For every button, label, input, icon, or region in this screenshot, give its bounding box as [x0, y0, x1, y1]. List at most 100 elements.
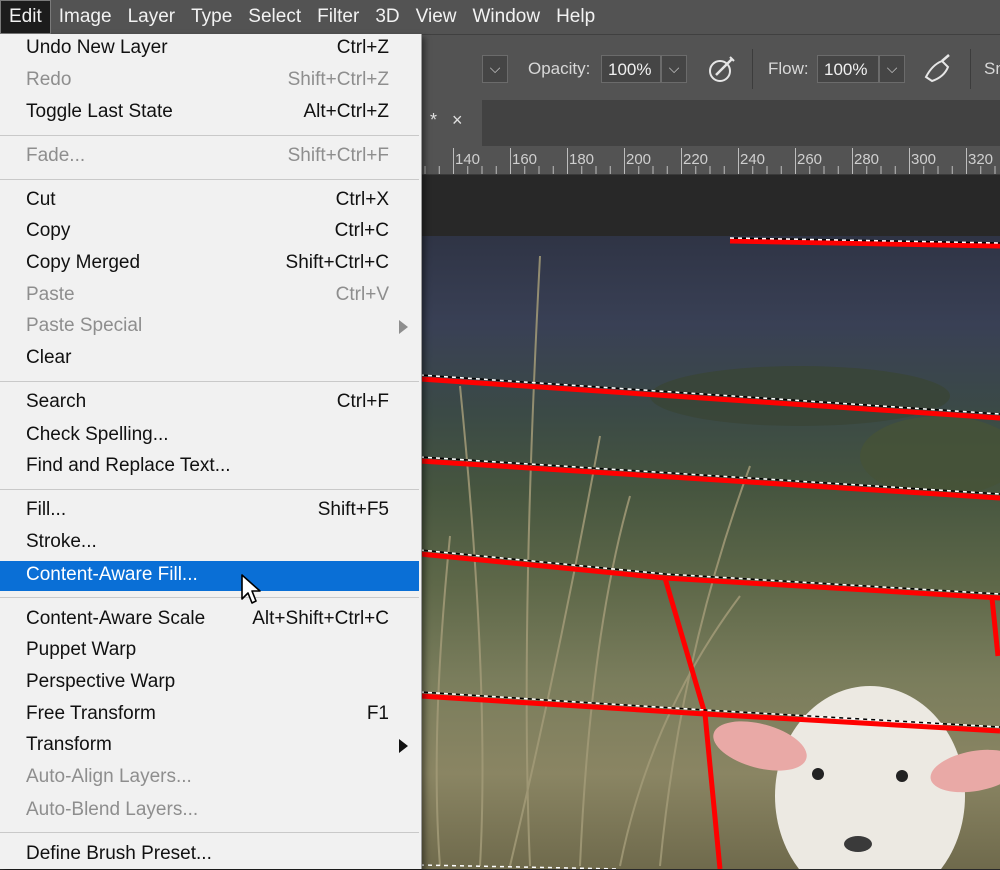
ruler-label: 160: [512, 151, 538, 168]
menu-item-shortcut: Shift+F5: [317, 499, 389, 520]
ruler-label: 280: [854, 151, 880, 168]
edit-dropdown-menu: Undo New Layer Ctrl+Z Redo Shift+Ctrl+Z …: [0, 34, 422, 869]
menu-divider: [0, 179, 419, 180]
menu-item-copy[interactable]: Copy Ctrl+C: [0, 217, 419, 247]
menu-item-label: Free Transform: [26, 703, 156, 724]
menu-item-label: Toggle Last State: [26, 101, 173, 122]
menu-item-label: Paste Special: [26, 315, 143, 336]
mouse-cursor-icon: [241, 574, 261, 604]
menu-item-label: Fade...: [26, 145, 86, 166]
divider: [970, 49, 971, 89]
menu-item-shortcut: Ctrl+Z: [336, 37, 389, 58]
menu-item-label: Search: [26, 391, 87, 412]
opacity-input[interactable]: 100%: [601, 55, 661, 83]
menu-item-label: Fill...: [26, 499, 67, 520]
flow-input[interactable]: 100%: [817, 55, 879, 83]
menu-item-label: Cut: [26, 189, 56, 210]
mode-dropdown-arrow[interactable]: ⌵: [482, 55, 508, 83]
menu-item-label: Content-Aware Fill...: [26, 564, 198, 585]
menu-layer[interactable]: Layer: [120, 0, 184, 34]
menu-item-find-replace-text[interactable]: Find and Replace Text...: [0, 452, 419, 482]
ruler-label: 200: [626, 151, 652, 168]
menu-item-label: Perspective Warp: [26, 671, 176, 692]
menu-item-content-aware-scale[interactable]: Content-Aware Scale Alt+Shift+Ctrl+C: [0, 605, 419, 635]
menu-item-cut[interactable]: Cut Ctrl+X: [0, 186, 419, 216]
lamb-photo[interactable]: [420, 236, 1000, 869]
menu-item-shortcut: Ctrl+V: [335, 284, 389, 305]
menu-item-search[interactable]: Search Ctrl+F: [0, 388, 419, 418]
menu-item-fade[interactable]: Fade... Shift+Ctrl+F: [0, 142, 419, 172]
menu-item-define-brush-preset[interactable]: Define Brush Preset...: [0, 840, 419, 870]
menu-item-label: Auto-Blend Layers...: [26, 799, 199, 820]
menu-item-shortcut: F1: [366, 703, 389, 724]
menu-item-label: Define Brush Preset...: [26, 843, 212, 864]
menu-item-label: Copy: [26, 220, 71, 241]
menu-select[interactable]: Select: [240, 0, 309, 34]
ruler-label: 320: [968, 151, 994, 168]
menu-item-auto-align-layers[interactable]: Auto-Align Layers...: [0, 763, 419, 793]
menu-item-label: Check Spelling...: [26, 424, 169, 445]
menu-item-content-aware-fill[interactable]: Content-Aware Fill...: [0, 561, 419, 591]
smoothing-label: Sm: [984, 59, 1000, 78]
menu-item-toggle-last-state[interactable]: Toggle Last State Alt+Ctrl+Z: [0, 98, 419, 128]
menu-item-shortcut: Shift+Ctrl+C: [285, 252, 389, 273]
menu-window[interactable]: Window: [464, 0, 548, 34]
menu-item-label: Puppet Warp: [26, 639, 137, 660]
menu-item-clear[interactable]: Clear: [0, 344, 419, 374]
menu-item-label: Stroke...: [26, 531, 97, 552]
menu-item-puppet-warp[interactable]: Puppet Warp: [0, 636, 419, 666]
flow-dropdown-arrow[interactable]: ⌵: [879, 55, 905, 83]
ruler-label: 260: [797, 151, 823, 168]
menu-item-label: Clear: [26, 347, 72, 368]
menu-item-redo[interactable]: Redo Shift+Ctrl+Z: [0, 66, 419, 96]
menu-edit[interactable]: Edit: [0, 0, 51, 34]
menu-divider: [0, 135, 419, 136]
menu-item-shortcut: Shift+Ctrl+F: [287, 145, 389, 166]
opacity-dropdown-arrow[interactable]: ⌵: [661, 55, 687, 83]
menu-item-check-spelling[interactable]: Check Spelling...: [0, 421, 419, 451]
menu-item-transform[interactable]: Transform: [0, 731, 419, 761]
menu-divider: [0, 832, 419, 833]
menu-item-copy-merged[interactable]: Copy Merged Shift+Ctrl+C: [0, 249, 419, 279]
menu-item-label: Content-Aware Scale: [26, 608, 206, 629]
menu-help[interactable]: Help: [548, 0, 603, 34]
airbrush-icon[interactable]: [922, 53, 954, 85]
ruler-label: 140: [455, 151, 481, 168]
menu-item-auto-blend-layers[interactable]: Auto-Blend Layers...: [0, 796, 419, 826]
menu-item-label: Find and Replace Text...: [26, 455, 231, 476]
menu-type[interactable]: Type: [183, 0, 240, 34]
menu-item-label: Undo New Layer: [26, 37, 168, 58]
modified-marker: *: [430, 110, 438, 130]
menu-item-label: Paste: [26, 284, 75, 305]
menu-item-label: Transform: [26, 734, 112, 755]
menu-filter[interactable]: Filter: [309, 0, 367, 34]
menu-item-shortcut: Ctrl+F: [336, 391, 389, 412]
flow-label: Flow:: [768, 59, 809, 78]
menu-item-fill[interactable]: Fill... Shift+F5: [0, 496, 419, 526]
menu-item-shortcut: Shift+Ctrl+Z: [287, 69, 389, 90]
menu-item-label: Auto-Align Layers...: [26, 766, 192, 787]
menu-item-shortcut: Alt+Shift+Ctrl+C: [252, 608, 389, 629]
menu-item-paste-special[interactable]: Paste Special: [0, 312, 419, 342]
ruler-label: 180: [569, 151, 595, 168]
ruler-label: 300: [911, 151, 937, 168]
menu-item-undo-new-layer[interactable]: Undo New Layer Ctrl+Z: [0, 34, 419, 64]
menu-item-shortcut: Alt+Ctrl+Z: [303, 101, 389, 122]
menu-image[interactable]: Image: [51, 0, 120, 34]
menu-item-paste[interactable]: Paste Ctrl+V: [0, 281, 419, 311]
menu-bar: Edit Image Layer Type Select Filter 3D V…: [0, 0, 1000, 34]
menu-item-label: Redo: [26, 69, 72, 90]
menu-item-stroke[interactable]: Stroke...: [0, 528, 419, 558]
menu-divider: [0, 597, 419, 598]
menu-view[interactable]: View: [408, 0, 465, 34]
close-tab-icon[interactable]: ×: [452, 110, 463, 131]
menu-item-free-transform[interactable]: Free Transform F1: [0, 700, 419, 730]
menu-divider: [0, 381, 419, 382]
menu-divider: [0, 489, 419, 490]
divider: [752, 49, 753, 89]
ruler-label: 240: [740, 151, 766, 168]
menu-3d[interactable]: 3D: [367, 0, 407, 34]
pressure-opacity-icon[interactable]: [706, 53, 738, 85]
menu-item-perspective-warp[interactable]: Perspective Warp: [0, 668, 419, 698]
menu-item-shortcut: Ctrl+X: [335, 189, 389, 210]
